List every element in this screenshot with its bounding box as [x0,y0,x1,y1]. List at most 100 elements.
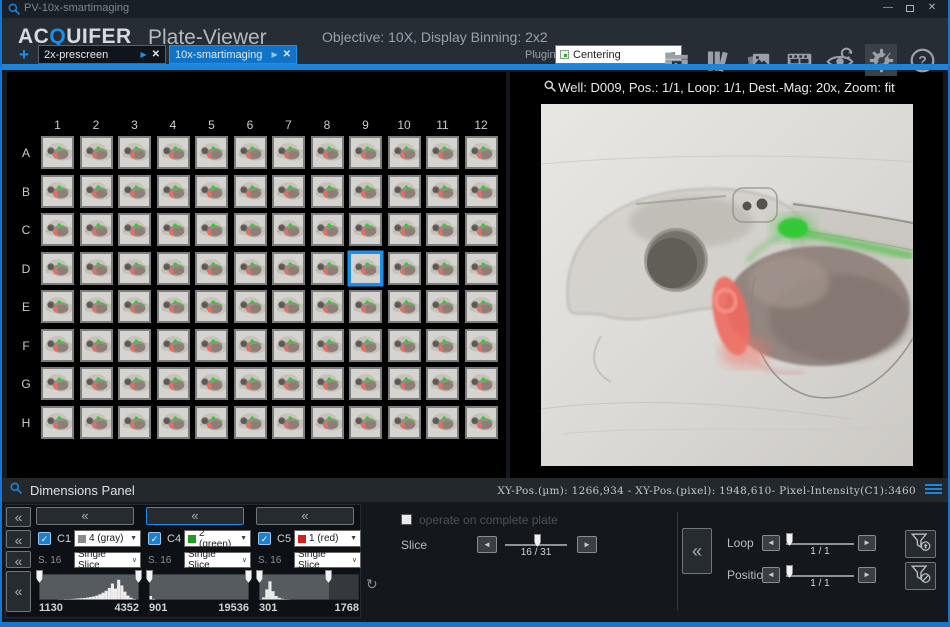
close-button[interactable]: ✕ [922,0,942,16]
collapse-channels-button[interactable]: « [6,530,31,548]
collapse-slices-button[interactable]: « [6,551,31,568]
well-E01[interactable] [41,290,74,323]
well-A11[interactable] [426,136,459,169]
well-B12[interactable] [465,175,498,208]
well-H07[interactable] [272,406,305,439]
slice-mode-select-C4[interactable]: Single Slice∨ [184,552,251,568]
slice-prev-button[interactable]: ◄ [477,536,497,553]
well-E07[interactable] [272,290,305,323]
well-H02[interactable] [80,406,113,439]
well-B06[interactable] [234,175,267,208]
well-D01[interactable] [41,252,74,285]
well-H05[interactable] [195,406,228,439]
well-E06[interactable] [234,290,267,323]
well-F12[interactable] [465,329,498,362]
help-icon[interactable]: ? [906,44,938,76]
minimize-button[interactable]: — [878,0,898,16]
well-B10[interactable] [388,175,421,208]
well-A09[interactable] [349,136,382,169]
panel-menu-icon[interactable] [925,484,942,496]
well-D08[interactable] [311,252,344,285]
loop-next-button[interactable]: ► [858,535,876,551]
channel-checkbox-C5[interactable]: ✓ [258,532,271,545]
well-H10[interactable] [388,406,421,439]
well-C10[interactable] [388,213,421,246]
well-G11[interactable] [426,367,459,400]
well-D10[interactable] [388,252,421,285]
well-C02[interactable] [80,213,113,246]
well-B03[interactable] [118,175,151,208]
well-A04[interactable] [157,136,190,169]
well-C05[interactable] [195,213,228,246]
well-A03[interactable] [118,136,151,169]
open-folder-icon[interactable] [660,44,692,76]
well-A01[interactable] [41,136,74,169]
well-G04[interactable] [157,367,190,400]
well-G12[interactable] [465,367,498,400]
film-strip-icon[interactable] [783,44,815,76]
well-D06[interactable] [234,252,267,285]
well-D11[interactable] [426,252,459,285]
operate-complete-plate-checkbox[interactable] [401,514,412,525]
well-G10[interactable] [388,367,421,400]
lut-select-C4[interactable]: 2 (green)▼ [184,530,251,547]
well-F04[interactable] [157,329,190,362]
well-C08[interactable] [311,213,344,246]
well-A12[interactable] [465,136,498,169]
collapse-histograms-button[interactable]: « [6,571,31,612]
well-F11[interactable] [426,329,459,362]
specimen-preview-image[interactable] [541,104,913,466]
collapse-all-button[interactable]: « [6,507,31,527]
well-A05[interactable] [195,136,228,169]
well-B09[interactable] [349,175,382,208]
well-B05[interactable] [195,175,228,208]
well-E02[interactable] [80,290,113,323]
well-H01[interactable] [41,406,74,439]
well-C09[interactable] [349,213,382,246]
well-F10[interactable] [388,329,421,362]
well-D03[interactable] [118,252,151,285]
loop-prev-button[interactable]: ◄ [762,535,780,551]
well-H03[interactable] [118,406,151,439]
well-D02[interactable] [80,252,113,285]
well-D12[interactable] [465,252,498,285]
well-C12[interactable] [465,213,498,246]
well-F01[interactable] [41,329,74,362]
well-C03[interactable] [118,213,151,246]
position-prev-button[interactable]: ◄ [762,567,780,583]
histogram-C1[interactable] [39,574,139,600]
well-A06[interactable] [234,136,267,169]
eye-refresh-icon[interactable] [824,44,856,76]
well-E11[interactable] [426,290,459,323]
well-H09[interactable] [349,406,382,439]
tab-close-icon[interactable]: ✕ [283,49,291,60]
well-B02[interactable] [80,175,113,208]
well-E10[interactable] [388,290,421,323]
well-C07[interactable] [272,213,305,246]
filter-clear-button[interactable] [905,562,936,590]
well-H06[interactable] [234,406,267,439]
well-B04[interactable] [157,175,190,208]
well-E04[interactable] [157,290,190,323]
well-H12[interactable] [465,406,498,439]
well-F08[interactable] [311,329,344,362]
tab-2x-prescreen[interactable]: 2x-prescreen▶✕ [38,45,166,64]
well-H04[interactable] [157,406,190,439]
well-E08[interactable] [311,290,344,323]
well-C01[interactable] [41,213,74,246]
well-F07[interactable] [272,329,305,362]
well-C06[interactable] [234,213,267,246]
channel-collapse-button[interactable]: « [146,507,244,525]
reset-histogram-icon[interactable]: ↻ [366,576,378,593]
well-B07[interactable] [272,175,305,208]
well-F05[interactable] [195,329,228,362]
well-F03[interactable] [118,329,151,362]
well-A10[interactable] [388,136,421,169]
well-A07[interactable] [272,136,305,169]
well-G02[interactable] [80,367,113,400]
well-G03[interactable] [118,367,151,400]
well-A02[interactable] [80,136,113,169]
photos-icon[interactable] [742,44,774,76]
slice-mode-select-C1[interactable]: Single Slice∨ [74,552,141,568]
well-G07[interactable] [272,367,305,400]
